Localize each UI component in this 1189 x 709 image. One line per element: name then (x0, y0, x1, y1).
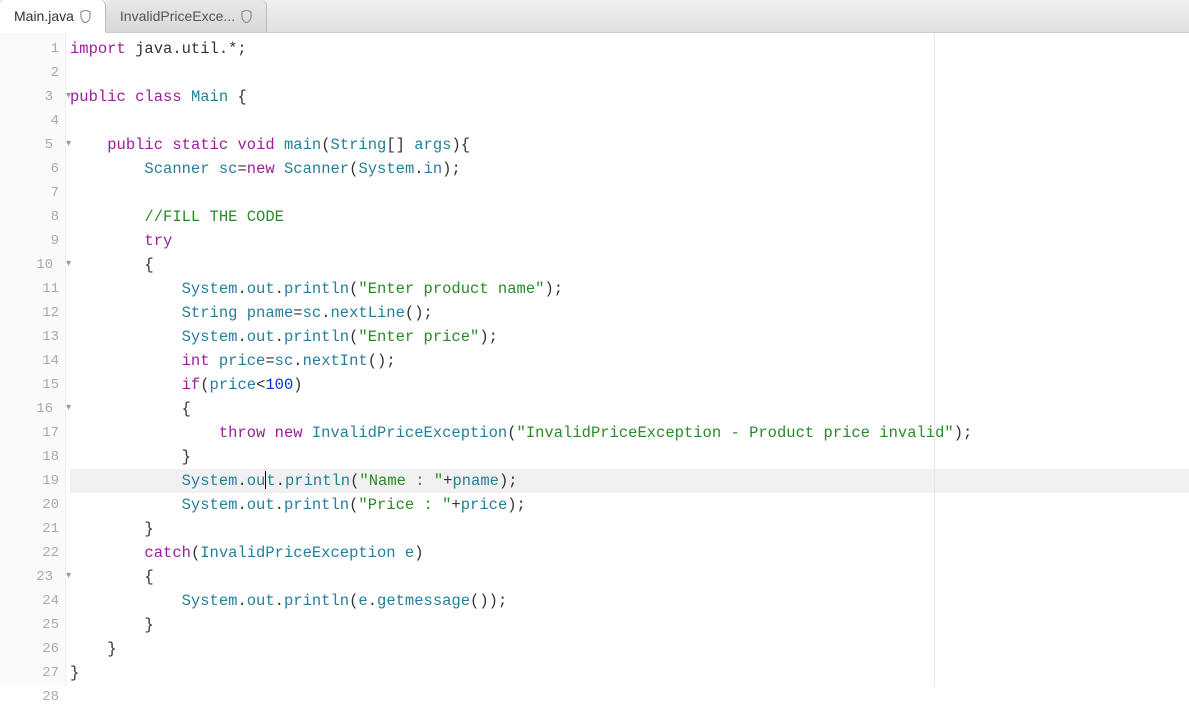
code-line[interactable] (70, 109, 1189, 133)
line-number: 23 ▾ (0, 565, 65, 589)
code-line[interactable]: catch(InvalidPriceException e) (70, 541, 1189, 565)
line-number: 13 (0, 325, 65, 349)
line-number: 1 (0, 37, 65, 61)
code-line[interactable]: //FILL THE CODE (70, 205, 1189, 229)
code-line[interactable]: } (70, 517, 1189, 541)
code-line[interactable]: int price=sc.nextInt(); (70, 349, 1189, 373)
line-number: 12 (0, 301, 65, 325)
line-number: 2 (0, 61, 65, 85)
line-number: 24 (0, 589, 65, 613)
line-number: 27 (0, 661, 65, 685)
code-line[interactable]: try (70, 229, 1189, 253)
code-line[interactable]: } (70, 613, 1189, 637)
line-number-gutter: 123 ▾45 ▾678910 ▾111213141516 ▾171819202… (0, 33, 66, 686)
line-number: 16 ▾ (0, 397, 65, 421)
tab-main-java[interactable]: Main.java (0, 0, 106, 33)
tab-label: Main.java (14, 8, 74, 24)
code-line[interactable]: { (70, 397, 1189, 421)
code-line[interactable]: { (70, 565, 1189, 589)
code-line[interactable]: System.out.println("Enter product name")… (70, 277, 1189, 301)
code-line[interactable] (70, 181, 1189, 205)
code-line[interactable]: public class Main { (70, 85, 1189, 109)
line-number: 11 (0, 277, 65, 301)
line-number: 18 (0, 445, 65, 469)
code-line[interactable]: public static void main(String[] args){ (70, 133, 1189, 157)
line-number: 26 (0, 637, 65, 661)
line-number: 7 (0, 181, 65, 205)
right-margin-line (934, 33, 935, 686)
line-number: 5 ▾ (0, 133, 65, 157)
line-number: 10 ▾ (0, 253, 65, 277)
code-line[interactable]: } (70, 637, 1189, 661)
code-line[interactable]: } (70, 661, 1189, 685)
line-number: 21 (0, 517, 65, 541)
line-number: 4 (0, 109, 65, 133)
line-number: 19 (0, 469, 65, 493)
code-line[interactable]: Scanner sc=new Scanner(System.in); (70, 157, 1189, 181)
shield-icon (80, 10, 91, 23)
shield-icon (241, 10, 252, 23)
code-line[interactable] (70, 685, 1189, 709)
code-line[interactable]: if(price<100) (70, 373, 1189, 397)
line-number: 17 (0, 421, 65, 445)
tab-label: InvalidPriceExce... (120, 8, 235, 24)
code-line[interactable]: System.out.println("Name : "+pname); (70, 469, 1189, 493)
line-number: 28 (0, 685, 65, 709)
line-number: 9 (0, 229, 65, 253)
line-number: 22 (0, 541, 65, 565)
editor-container: 123 ▾45 ▾678910 ▾111213141516 ▾171819202… (0, 33, 1189, 686)
code-line[interactable]: import java.util.*; (70, 37, 1189, 61)
line-number: 8 (0, 205, 65, 229)
code-line[interactable] (70, 61, 1189, 85)
code-line[interactable]: throw new InvalidPriceException("Invalid… (70, 421, 1189, 445)
tab-bar: Main.java InvalidPriceExce... (0, 0, 1189, 33)
code-line[interactable]: { (70, 253, 1189, 277)
line-number: 25 (0, 613, 65, 637)
line-number: 20 (0, 493, 65, 517)
line-number: 3 ▾ (0, 85, 65, 109)
code-line[interactable]: } (70, 445, 1189, 469)
code-area[interactable]: import java.util.*; public class Main { … (66, 33, 1189, 686)
code-line[interactable]: System.out.println(e.getmessage()); (70, 589, 1189, 613)
line-number: 14 (0, 349, 65, 373)
line-number: 15 (0, 373, 65, 397)
tab-invalid-price-exc[interactable]: InvalidPriceExce... (106, 0, 267, 32)
line-number: 6 (0, 157, 65, 181)
code-line[interactable]: System.out.println("Price : "+price); (70, 493, 1189, 517)
code-line[interactable]: System.out.println("Enter price"); (70, 325, 1189, 349)
code-line[interactable]: String pname=sc.nextLine(); (70, 301, 1189, 325)
